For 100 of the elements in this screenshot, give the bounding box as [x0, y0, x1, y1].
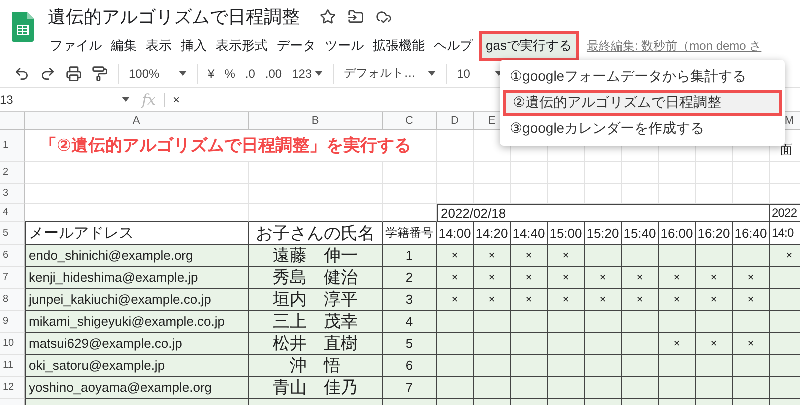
id-cell: 4 — [383, 311, 437, 333]
id-cell: 2 — [383, 267, 437, 289]
table-cell — [474, 333, 511, 355]
row-header[interactable]: 7 — [0, 267, 25, 289]
menu-item[interactable]: ヘルプ — [430, 34, 477, 58]
number-format-select[interactable]: 123 — [292, 66, 324, 80]
time-cell: 14:00 — [437, 222, 474, 245]
menu-item[interactable]: ツール — [321, 34, 368, 58]
last-edit-link[interactable]: 最終編集: 数秒前（mon demo さ — [586, 38, 762, 54]
paint-format-icon[interactable] — [92, 66, 108, 82]
table-cell — [770, 267, 800, 289]
column-header[interactable]: C — [383, 112, 437, 130]
table-cell — [474, 184, 511, 204]
table-cell — [511, 162, 548, 184]
id-cell: 6 — [383, 355, 437, 377]
time-cell: 15:20 — [585, 222, 622, 245]
cloud-check-icon[interactable] — [376, 9, 392, 25]
table-cell — [733, 162, 770, 184]
table-cell — [474, 311, 511, 333]
table-cell — [696, 184, 733, 204]
table-cell — [622, 245, 659, 267]
table-cell — [383, 204, 437, 222]
menu-item[interactable]: データ — [273, 34, 320, 58]
table-cell — [733, 377, 770, 399]
unavailable-mark-cell: × — [733, 333, 770, 355]
email-cell: oki_satoru@example.jp — [25, 355, 249, 377]
table-cell — [770, 355, 800, 377]
zoom-select[interactable]: 100% — [129, 66, 187, 80]
document-title[interactable]: 遺伝的アルゴリズムで日程調整 — [48, 5, 300, 29]
menu-item[interactable]: 挿入 — [177, 34, 211, 58]
table-cell — [770, 289, 800, 311]
id-cell: 3 — [383, 289, 437, 311]
table-cell — [659, 162, 696, 184]
row-header[interactable]: 10 — [0, 333, 25, 355]
table-cell — [585, 184, 622, 204]
table-cell — [548, 311, 585, 333]
unavailable-mark-cell: × — [548, 289, 585, 311]
table-cell — [548, 377, 585, 399]
row-header[interactable]: 4 — [0, 204, 25, 222]
date-cell: 2022 — [770, 204, 800, 222]
undo-icon[interactable] — [14, 66, 30, 82]
table-cell — [622, 377, 659, 399]
email-cell: mikami_shigeyuki@example.co.jp — [25, 311, 249, 333]
unavailable-mark-cell: × — [474, 245, 511, 267]
increase-decimals-button[interactable]: .00 — [265, 66, 282, 80]
print-icon[interactable] — [66, 66, 82, 82]
table-cell — [770, 377, 800, 399]
row-header[interactable]: 5 — [0, 222, 25, 245]
table-cell — [437, 333, 474, 355]
font-select[interactable]: デフォルト… — [344, 65, 436, 82]
unavailable-mark-cell: × — [437, 267, 474, 289]
menu-item[interactable]: 表示形式 — [212, 34, 272, 58]
row-header[interactable]: 11 — [0, 355, 25, 377]
table-cell — [733, 311, 770, 333]
currency-button[interactable]: ¥ — [208, 66, 215, 80]
id-cell: 7 — [383, 377, 437, 399]
row-header[interactable]: 6 — [0, 245, 25, 267]
menu-item[interactable]: 拡張機能 — [369, 34, 429, 58]
unavailable-mark-cell: × — [696, 333, 733, 355]
table-cell — [511, 311, 548, 333]
unavailable-mark-cell: × — [511, 289, 548, 311]
table-cell — [585, 245, 622, 267]
caret-icon — [179, 71, 187, 76]
cell-reference-field[interactable]: 13 — [0, 92, 140, 106]
column-title: お子さんの氏名 — [249, 222, 383, 245]
formula-field[interactable]: × — [164, 92, 180, 106]
menu-item[interactable]: 編集 — [107, 34, 141, 58]
table-cell — [733, 184, 770, 204]
row-header[interactable]: 8 — [0, 289, 25, 311]
unavailable-mark-cell: × — [659, 289, 696, 311]
row-header[interactable]: 3 — [0, 184, 25, 204]
sheets-logo-icon[interactable] — [12, 12, 34, 42]
dropdown-item[interactable]: ③googleカレンダーを作成する — [500, 116, 785, 142]
table-cell — [437, 355, 474, 377]
name-cell: 秀島 健治 — [249, 267, 383, 289]
column-header[interactable]: B — [249, 112, 383, 130]
email-cell: yoshino_aoyama@example.org — [25, 377, 249, 399]
star-icon[interactable] — [320, 9, 336, 25]
row-header[interactable]: 9 — [0, 311, 25, 333]
row-header[interactable]: 12 — [0, 377, 25, 399]
name-cell: 三上 茂幸 — [249, 311, 383, 333]
decrease-decimals-button[interactable]: .0 — [245, 66, 256, 80]
column-header[interactable]: A — [25, 112, 249, 130]
menu-item[interactable]: 表示 — [142, 34, 176, 58]
table-cell — [733, 355, 770, 377]
row-header[interactable]: 1 — [0, 130, 25, 162]
dropdown-item[interactable]: ②遺伝的アルゴリズムで日程調整 — [503, 90, 782, 116]
column-header[interactable]: D — [437, 112, 474, 130]
table-cell — [437, 184, 474, 204]
dropdown-item[interactable]: ①googleフォームデータから集計する — [500, 64, 785, 90]
row-header[interactable]: 2 — [0, 162, 25, 184]
menu-item[interactable]: ファイル — [46, 34, 106, 58]
time-cell: 16:20 — [696, 222, 733, 245]
redo-icon[interactable] — [40, 66, 56, 82]
table-cell — [585, 355, 622, 377]
table-cell — [437, 311, 474, 333]
menu-item[interactable]: gasで実行する — [482, 34, 576, 58]
email-cell: kenji_hideshima@example.jp — [25, 267, 249, 289]
percent-button[interactable]: % — [224, 66, 236, 80]
folder-icon[interactable] — [348, 9, 364, 25]
